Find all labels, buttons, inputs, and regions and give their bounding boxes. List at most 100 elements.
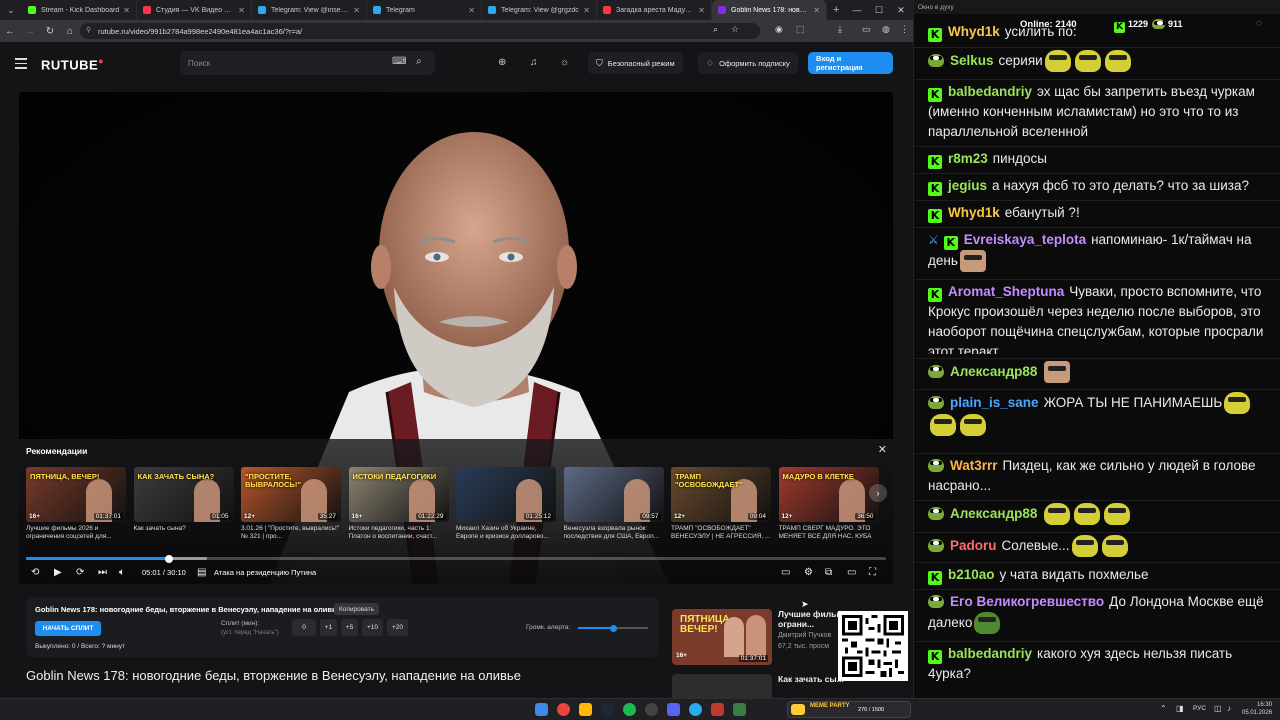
search-input[interactable] xyxy=(188,51,378,75)
subscribe-button[interactable]: ♢ Оформить подписку xyxy=(698,52,798,74)
chat-username[interactable]: balbedandriy xyxy=(948,646,1032,661)
tab-close-icon[interactable]: ✕ xyxy=(813,6,820,15)
recommendation-title[interactable]: Михаил Хазин об Украине, Европе и кризис… xyxy=(456,525,556,543)
zoom-icon[interactable]: ⌕ xyxy=(713,24,718,35)
new-tab-icon[interactable]: + xyxy=(833,4,839,16)
forward-icon[interactable]: → xyxy=(20,26,40,37)
close-recommendations-icon[interactable]: ✕ xyxy=(878,443,887,456)
upload-icon[interactable]: ⊕ xyxy=(498,57,506,68)
recommendation-thumbnail[interactable]: ПЯТНИЦА, ВЕЧЕР! 16+ 01:37:01 xyxy=(26,467,126,522)
next-video-icon[interactable]: ⏭ xyxy=(98,567,107,578)
theater-mode-icon[interactable]: ▭ xyxy=(847,567,856,578)
extension-icon[interactable]: ◉ xyxy=(775,24,783,35)
recommendation-thumbnail[interactable]: 09:57 xyxy=(563,467,664,522)
steam-taskbar-icon[interactable] xyxy=(601,703,614,716)
extensions-puzzle-icon[interactable]: ⬚ xyxy=(796,24,805,35)
chapters-icon[interactable]: ▤ xyxy=(197,567,206,578)
telegram-taskbar-icon[interactable] xyxy=(689,703,702,716)
obs-taskbar-icon[interactable] xyxy=(645,703,658,716)
keyboard-icon[interactable]: ⌨ xyxy=(392,56,406,67)
recommendation-title[interactable]: ТРАМП "ОСВОБОЖДАЕТ" ВЕНЕСУЭЛУ | НЕ АГРЕС… xyxy=(671,525,771,543)
recommendation-title[interactable]: Венесуэла взорвала рынок: последствия дл… xyxy=(564,525,664,543)
tab-close-icon[interactable]: ✕ xyxy=(583,6,590,15)
recommendation-card[interactable]: КАК ЗАЧАТЬ СЫНА? 01:05 Как зачать сына? xyxy=(133,467,234,543)
split-add-button[interactable]: +5 xyxy=(341,619,358,636)
chat-username[interactable]: r8m23 xyxy=(948,151,988,166)
tray-app-icon[interactable]: ◨ xyxy=(1176,704,1184,713)
minimize-icon[interactable]: — xyxy=(845,0,869,20)
language-indicator[interactable]: РУС xyxy=(1193,705,1206,712)
speaker-icon[interactable]: ♪ xyxy=(1227,704,1231,713)
recommendation-card[interactable]: "ПРОСТИТЕ, ВЫВРАЛОСЬ!" 12+ 35:27 3.01.26 | … xyxy=(241,467,341,543)
download-icon[interactable]: ⤓ xyxy=(838,24,842,35)
start-split-button[interactable]: НАЧАТЬ СПЛИТ xyxy=(35,621,101,636)
settings-gear-icon[interactable]: ⚙ xyxy=(804,567,813,578)
recommendation-thumbnail[interactable]: МАДУРО В КЛЕТКЕ 12+ 36:50 xyxy=(778,467,879,522)
split-minutes-input[interactable]: 0 xyxy=(292,619,316,636)
notifications-bell-icon[interactable]: ♫ xyxy=(530,57,538,68)
url-bar[interactable]: ⚲ rutube.ru/video/991b2784a998ee2490e481… xyxy=(80,23,760,39)
chat-username[interactable]: Whyd1k xyxy=(948,24,1000,39)
chrome-taskbar-icon[interactable] xyxy=(557,703,570,716)
browser-tab[interactable]: Goblin News 178: новогодн...✕ xyxy=(712,0,827,20)
site-info-icon[interactable]: ⚲ xyxy=(86,26,91,34)
bookmark-star-icon[interactable]: ☆ xyxy=(731,24,739,35)
clock[interactable]: 16:30 05.01.2026 xyxy=(1242,701,1272,717)
volume-icon[interactable]: 🔈︎ xyxy=(119,567,125,578)
recommendation-card[interactable]: 01:25:12 Михаил Хазин об Украине, Европе … xyxy=(456,467,556,543)
browser-tab[interactable]: Загадка ареста Мадуро: в...✕ xyxy=(597,0,712,20)
recommendation-card[interactable]: ПЯТНИЦА, ВЕЧЕР! 16+ 01:37:01 Лучшие фильмы … xyxy=(26,467,126,543)
discord-taskbar-icon[interactable] xyxy=(667,703,680,716)
chat-username[interactable]: Selkus xyxy=(950,53,994,68)
recommendation-card[interactable]: ТРАМП "ОСВОБОЖДАЕТ" 12+ 09:04 ТРАМП "ОСВОБО… xyxy=(671,467,771,543)
rutube-logo[interactable]: RUTUBE● xyxy=(41,56,104,72)
tab-close-icon[interactable]: ✕ xyxy=(123,6,130,15)
miniplayer-icon[interactable]: ⧉ xyxy=(825,567,832,578)
browser-tab[interactable]: Telegram: View @grgzdc ✕ xyxy=(482,0,597,20)
back-icon[interactable]: ← xyxy=(0,26,20,37)
maximize-icon[interactable]: ☐ xyxy=(867,0,891,20)
profile-icon[interactable]: ◍ xyxy=(882,24,890,35)
chat-username[interactable]: Aromat_Sheptuna xyxy=(948,284,1064,299)
copy-button[interactable]: Копировать xyxy=(334,603,379,615)
chapter-title[interactable]: Атака на резиденцию Путина xyxy=(214,568,316,577)
split-add-button[interactable]: +1 xyxy=(320,619,337,636)
app-taskbar-icon[interactable] xyxy=(711,703,724,716)
chat-username[interactable]: b210ao xyxy=(948,567,995,582)
recommendation-title[interactable]: Как зачать сына? xyxy=(134,525,234,543)
side-video-thumbnail[interactable]: ПЯТНИЦА, ВЕЧЕР! 16+ 01:37:01 xyxy=(672,609,772,665)
tray-expand-icon[interactable]: ⌃ xyxy=(1160,704,1167,713)
chrome-menu-icon[interactable]: ⋮ xyxy=(900,24,909,35)
recommendation-title[interactable]: 3.01.26 | "Простите, выврались!" № 321 |… xyxy=(241,525,341,543)
recommendation-card[interactable]: МАДУРО В КЛЕТКЕ 12+ 36:50 ТРАМП СВЕРГ МАДУР… xyxy=(778,467,879,543)
browser-tab[interactable]: Stream - Kick Dashboard ✕ xyxy=(22,0,137,20)
app2-taskbar-icon[interactable] xyxy=(733,703,746,716)
recommendation-card[interactable]: ИСТОКИ ПЕДАГОГИКИ 16+ 01:22:29 Истоки педаг… xyxy=(348,467,449,543)
chat-username[interactable]: Padoru xyxy=(950,538,997,553)
tab-close-icon[interactable]: ✕ xyxy=(238,6,245,15)
chat-username[interactable]: plain_is_sane xyxy=(950,395,1039,410)
explorer-taskbar-icon[interactable] xyxy=(579,703,592,716)
alert-volume-handle[interactable] xyxy=(609,624,617,632)
rewind-10-icon[interactable]: ⟲ xyxy=(31,567,39,578)
browser-tab[interactable]: Telegram: View @insect_life ✕ xyxy=(252,0,367,20)
sidebar-icon[interactable]: ▭ xyxy=(862,24,871,35)
chat-username[interactable]: Evreiskaya_teplota xyxy=(964,232,1086,247)
meme-party-widget[interactable]: MEME PARTY 276 / 1500 xyxy=(787,701,911,718)
progress-handle[interactable] xyxy=(164,554,173,563)
tab-close-icon[interactable]: ✕ xyxy=(353,6,360,15)
progress-bar[interactable] xyxy=(26,554,886,563)
recommendation-thumbnail[interactable]: ИСТОКИ ПЕДАГОГИКИ 16+ 01:22:29 xyxy=(348,467,449,522)
home-icon[interactable]: ⌂ xyxy=(60,26,80,37)
recommendation-thumbnail[interactable]: ТРАМП "ОСВОБОЖДАЕТ" 12+ 09:04 xyxy=(671,467,771,522)
next-recommendations-icon[interactable]: › xyxy=(869,484,887,502)
recommendation-title[interactable]: Лучшие фильмы 2026 и ограничения соцсете… xyxy=(26,525,126,543)
split-add-button[interactable]: +20 xyxy=(387,619,408,636)
start-windows-icon[interactable] xyxy=(535,703,548,716)
side-video-author[interactable]: Дмитрий Пучков xyxy=(778,632,831,639)
network-icon[interactable]: ◫ xyxy=(1214,704,1222,713)
chat-username[interactable]: Александр88 xyxy=(950,364,1037,379)
recommendation-thumbnail[interactable]: КАК ЗАЧАТЬ СЫНА? 01:05 xyxy=(133,467,234,522)
login-button[interactable]: Вход и регистрация xyxy=(808,52,893,74)
spotify-taskbar-icon[interactable] xyxy=(623,703,636,716)
